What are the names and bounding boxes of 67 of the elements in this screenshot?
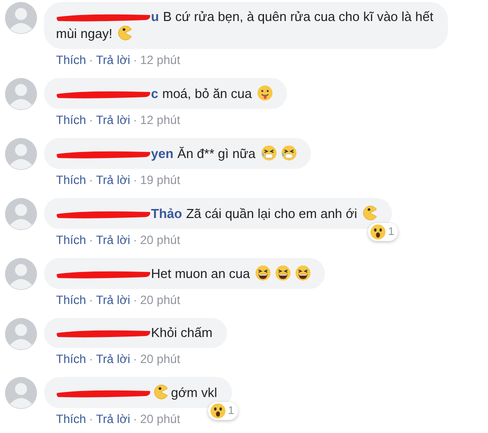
action-link[interactable]: Trả lời — [96, 291, 130, 309]
action-link[interactable]: Thích — [56, 350, 86, 368]
separator-dot: · — [133, 351, 138, 368]
separator-dot: · — [89, 52, 94, 69]
separator-dot: · — [133, 411, 138, 428]
action-link[interactable]: Thích — [56, 111, 86, 129]
crying-face-icon — [260, 145, 276, 161]
reaction-count: 1 — [228, 404, 234, 419]
avatar-icon[interactable] — [5, 138, 37, 170]
action-link[interactable]: Thích — [56, 410, 86, 428]
avatar-icon[interactable] — [5, 78, 37, 110]
separator-dot: · — [133, 52, 138, 69]
timestamp: 12 phút — [140, 112, 180, 129]
separator-dot: · — [89, 232, 94, 249]
separator-dot: · — [133, 292, 138, 309]
timestamp: 12 phút — [140, 52, 180, 69]
action-link[interactable]: Trả lời — [96, 111, 130, 129]
separator-dot: · — [89, 411, 94, 428]
comment-text: Zã cái quần lại cho em anh ới — [186, 206, 358, 221]
author-name[interactable]: yen — [151, 146, 174, 161]
avatar-icon[interactable] — [5, 198, 37, 230]
action-link[interactable]: Thích — [56, 231, 86, 249]
action-link[interactable]: Trả lời — [96, 171, 130, 189]
author-name[interactable]: u — [151, 9, 159, 24]
avatar-icon[interactable] — [5, 318, 37, 350]
surprised-face-icon — [210, 403, 226, 419]
pacman-icon — [117, 25, 134, 41]
pacman-icon — [362, 205, 378, 221]
separator-dot: · — [133, 232, 138, 249]
comment-text: gớm vkl — [171, 385, 218, 400]
action-link[interactable]: Trả lời — [96, 410, 130, 428]
action-link[interactable]: Thích — [56, 51, 86, 69]
timestamp: 20 phút — [140, 411, 180, 428]
separator-dot: · — [89, 292, 94, 309]
comment-text: B cứ rửa bẹn, à quên rửa cua cho kĩ vào là hết — [162, 9, 434, 24]
comment-text: Khỏi chấm — [151, 325, 212, 340]
surprised-face-icon — [370, 224, 386, 240]
laughing-face-icon — [295, 265, 312, 281]
separator-dot: · — [89, 112, 94, 129]
separator-dot: · — [133, 112, 138, 129]
avatar-icon[interactable] — [5, 377, 37, 409]
action-link[interactable]: Trả lời — [96, 350, 130, 368]
timestamp: 20 phút — [140, 232, 180, 249]
separator-dot: · — [89, 172, 94, 189]
tongue-face-icon — [256, 85, 273, 101]
pacman-icon — [153, 384, 169, 400]
timestamp: 20 phút — [140, 292, 180, 309]
comment-text: Ăn đ** gì nữa — [177, 146, 256, 161]
action-link[interactable]: Trả lời — [96, 51, 130, 69]
comment-text: moá, bỏ ăn cua — [162, 86, 252, 101]
avatar-icon[interactable] — [5, 258, 37, 290]
reaction-count: 1 — [388, 225, 394, 240]
author-name[interactable]: c — [151, 86, 158, 101]
author-name[interactable]: Thảo — [151, 206, 182, 221]
comment-text: mùi ngay! — [56, 26, 112, 41]
crying-face-icon — [280, 145, 296, 161]
action-link[interactable]: Thích — [56, 171, 86, 189]
laughing-face-icon — [275, 265, 292, 281]
separator-dot: · — [133, 172, 138, 189]
timestamp: 19 phút — [140, 172, 180, 189]
comment-text: Het muon an cua — [151, 266, 250, 281]
action-link[interactable]: Thích — [56, 291, 86, 309]
laughing-face-icon — [255, 265, 272, 281]
action-link[interactable]: Trả lời — [96, 231, 130, 249]
timestamp: 20 phút — [140, 351, 180, 368]
separator-dot: · — [89, 351, 94, 368]
avatar-icon[interactable] — [5, 2, 37, 34]
